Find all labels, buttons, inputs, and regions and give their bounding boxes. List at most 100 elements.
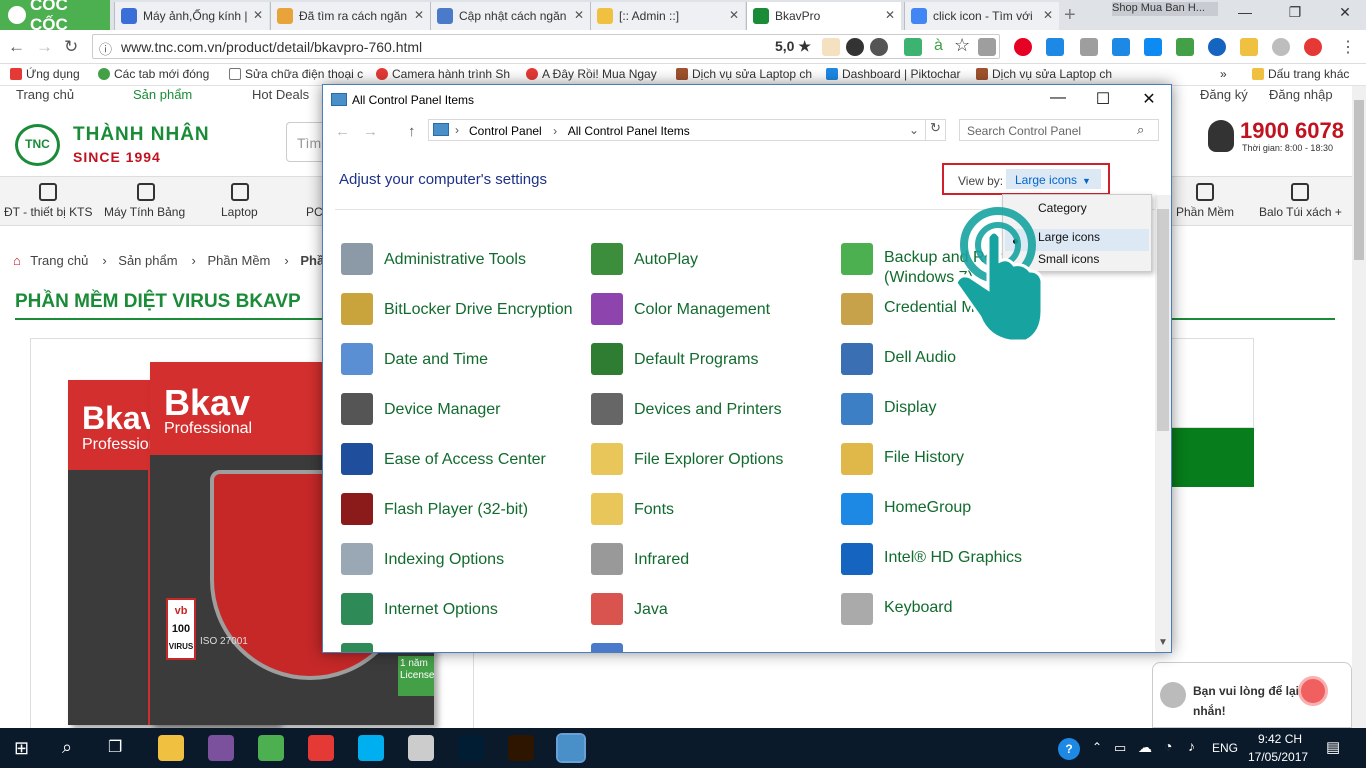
cp-item[interactable]: Device Manager xyxy=(341,393,501,425)
top-link[interactable]: Hot Deals xyxy=(252,87,309,102)
taskbar-file-explorer-icon[interactable] xyxy=(158,735,184,761)
extension-icon[interactable] xyxy=(1272,38,1290,56)
site-brand[interactable]: THÀNH NHÂN xyxy=(73,124,210,146)
cp-maximize-button[interactable]: ☐ xyxy=(1080,89,1126,113)
extension-icon[interactable] xyxy=(1080,38,1098,56)
extension-icon[interactable] xyxy=(1144,38,1162,56)
browser-tab[interactable]: Đã tìm ra cách ngăn ✕ xyxy=(270,2,430,30)
help-icon[interactable]: ? xyxy=(1058,738,1080,760)
path-item[interactable]: All Control Panel Items xyxy=(568,124,690,138)
extension-icon[interactable] xyxy=(1112,38,1130,56)
cp-item[interactable]: Administrative Tools xyxy=(341,243,526,275)
top-link[interactable]: Sản phẩm xyxy=(133,87,192,102)
extension-icon[interactable] xyxy=(822,38,840,56)
task-view-icon[interactable]: ❐ xyxy=(108,737,122,757)
info-icon[interactable]: ⓘ xyxy=(99,39,112,58)
category-item[interactable]: PC xyxy=(306,205,323,219)
tab-close-icon[interactable]: ✕ xyxy=(885,8,895,22)
star-bookmark-icon[interactable]: ☆ xyxy=(954,35,970,56)
bookmark-item[interactable]: Dịch vụ sửa Laptop ch xyxy=(676,67,812,81)
cp-refresh-icon[interactable]: ↻ xyxy=(926,119,946,141)
network-icon[interactable]: ▭ xyxy=(1114,740,1126,756)
cp-item[interactable]: Ease of Access Center xyxy=(341,443,546,475)
bookmark-item[interactable]: Camera hành trình Sh xyxy=(376,67,510,81)
taskbar-photoshop-icon[interactable] xyxy=(458,735,484,761)
avatar[interactable] xyxy=(870,38,888,56)
clock-date[interactable]: 17/05/2017 xyxy=(1248,750,1308,764)
bookmark-item[interactable]: A Đây Rồi! Mua Ngay xyxy=(526,67,657,81)
cp-item[interactable]: Color Management xyxy=(591,293,770,325)
cp-forward-icon[interactable]: → xyxy=(363,123,378,140)
volume-icon[interactable]: ♪ xyxy=(1188,738,1195,754)
extension-icon[interactable] xyxy=(1176,38,1194,56)
menu-icon[interactable]: ⋮ xyxy=(1340,37,1356,57)
taskbar-settings-icon[interactable] xyxy=(408,735,434,761)
translate-icon[interactable]: à xyxy=(934,37,943,55)
register-link[interactable]: Đăng ký xyxy=(1200,87,1248,102)
tnc-logo[interactable]: TNC xyxy=(15,124,60,166)
home-icon[interactable]: ⌂ xyxy=(13,253,21,268)
minimize-button[interactable]: — xyxy=(1230,4,1260,20)
buy-block[interactable] xyxy=(1170,428,1254,487)
language-indicator[interactable]: ENG xyxy=(1212,741,1238,755)
coccoc-logo[interactable]: CỐC CỐC xyxy=(0,0,110,34)
cp-up-icon[interactable]: ↑ xyxy=(408,123,416,140)
extension-icon[interactable] xyxy=(1240,38,1258,56)
cp-item[interactable]: Flash Player (32-bit) xyxy=(341,493,528,525)
more-bookmarks-button[interactable]: » xyxy=(1220,67,1227,81)
download-icon[interactable] xyxy=(978,38,996,56)
taskbar-illustrator-icon[interactable] xyxy=(508,735,534,761)
hotline-number[interactable]: 1900 6078 xyxy=(1240,118,1344,144)
cp-item[interactable]: BitLocker Drive Encryption xyxy=(341,293,573,325)
tab-close-icon[interactable]: ✕ xyxy=(414,8,424,22)
search-icon[interactable]: ⌕ xyxy=(62,737,72,758)
breadcrumb-item[interactable]: Sản phẩm xyxy=(118,253,177,268)
chat-button[interactable] xyxy=(1298,676,1328,706)
cp-close-button[interactable]: ✕ xyxy=(1126,89,1171,113)
cp-item[interactable]: Intel® HD Graphics xyxy=(841,543,1034,575)
bookmark-item[interactable]: Các tab mới đóng xyxy=(98,67,209,81)
cp-item[interactable] xyxy=(341,643,384,652)
extension-icon[interactable] xyxy=(1304,38,1322,56)
cp-item[interactable]: File History xyxy=(841,443,1034,475)
cp-scroll-down-icon[interactable]: ▼ xyxy=(1158,637,1168,648)
pinterest-icon[interactable] xyxy=(1014,38,1032,56)
cp-item[interactable]: Keyboard xyxy=(841,593,1034,625)
tab-close-icon[interactable]: ✕ xyxy=(729,8,739,22)
cp-item[interactable]: AutoPlay xyxy=(591,243,698,275)
back-arrow-icon[interactable]: ← xyxy=(8,37,25,57)
cp-item[interactable]: Fonts xyxy=(591,493,674,525)
cp-scrollbar-thumb[interactable] xyxy=(1157,209,1169,431)
onedrive-icon[interactable]: ☁ xyxy=(1138,739,1152,756)
cp-minimize-button[interactable]: — xyxy=(1035,89,1081,113)
page-scrollbar-thumb[interactable] xyxy=(1354,100,1364,260)
search-icon[interactable]: ⌕ xyxy=(1137,122,1144,138)
notification-icon[interactable]: ▤ xyxy=(1326,738,1340,756)
bookmark-item[interactable]: Ứng dụng xyxy=(10,67,80,81)
cart-icon[interactable] xyxy=(904,38,922,56)
taskbar-control-panel-icon[interactable] xyxy=(556,733,586,763)
tray-chevron-icon[interactable]: ⌃ xyxy=(1092,740,1102,754)
cp-item[interactable]: Date and Time xyxy=(341,343,488,375)
category-item[interactable]: Balo Túi xách + xyxy=(1259,205,1342,219)
cp-item[interactable]: HomeGroup xyxy=(841,493,1034,525)
taskbar-coccoc-icon[interactable] xyxy=(258,735,284,761)
taskbar-chrome-icon[interactable] xyxy=(308,735,334,761)
taskbar-skype-icon[interactable] xyxy=(358,735,384,761)
cp-address-bar[interactable]: › Control Panel › All Control Panel Item… xyxy=(428,119,926,141)
cp-back-icon[interactable]: ← xyxy=(335,123,350,140)
close-window-button[interactable]: ✕ xyxy=(1330,4,1360,21)
bookmark-item[interactable]: Dịch vụ sửa Laptop ch xyxy=(976,67,1112,81)
browser-tab[interactable]: BkavPro ✕ xyxy=(746,2,901,30)
category-item[interactable]: Phần Mềm xyxy=(1176,205,1234,219)
view-by-dropdown[interactable]: Large icons ▼ xyxy=(1006,169,1101,189)
cp-search-input[interactable]: Search Control Panel xyxy=(959,119,1159,141)
tab-close-icon[interactable]: ✕ xyxy=(253,8,263,22)
clock-time[interactable]: 9:42 CH xyxy=(1258,732,1302,746)
start-icon[interactable]: ⊞ xyxy=(14,738,29,759)
tab-close-icon[interactable]: ✕ xyxy=(1043,8,1053,22)
new-tab-button[interactable]: + xyxy=(1064,4,1076,27)
taskbar-viber-icon[interactable] xyxy=(208,735,234,761)
bookmark-item[interactable]: Dashboard | Piktochar xyxy=(826,67,961,81)
cp-item[interactable]: Infrared xyxy=(591,543,689,575)
